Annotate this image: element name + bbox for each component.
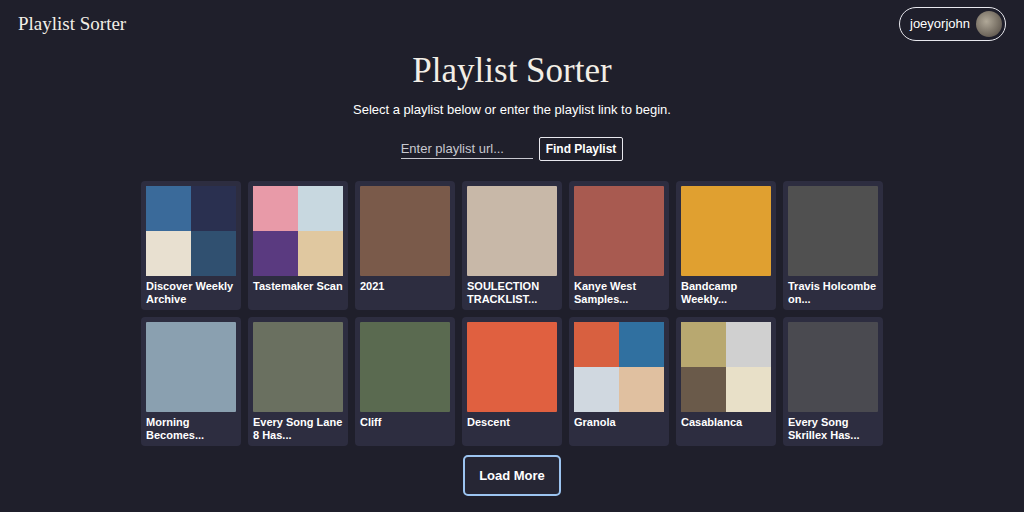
playlist-card[interactable]: Travis Holcombe on... <box>783 181 883 310</box>
playlist-cover <box>467 322 557 412</box>
playlist-card[interactable]: Casablanca <box>676 317 776 446</box>
brand-logo[interactable]: Playlist Sorter <box>18 13 126 35</box>
cover-tile <box>681 367 726 412</box>
playlist-cover <box>146 322 236 412</box>
playlist-card[interactable]: Descent <box>462 317 562 446</box>
playlist-cover <box>788 322 878 412</box>
playlist-card[interactable]: Every Song Lane 8 Has... <box>248 317 348 446</box>
playlist-title: Kanye West Samples... <box>574 280 664 306</box>
cover-tile <box>726 367 771 412</box>
playlist-card[interactable]: Bandcamp Weekly... <box>676 181 776 310</box>
cover-tile <box>681 322 726 367</box>
user-name: joeyorjohn <box>910 16 970 31</box>
cover-tile <box>253 231 298 276</box>
playlist-card[interactable]: Granola <box>569 317 669 446</box>
cover-tile <box>253 186 298 231</box>
cover-tile <box>726 322 771 367</box>
search-form: Find Playlist <box>401 137 624 161</box>
playlist-card[interactable]: Morning Becomes... <box>141 317 241 446</box>
find-playlist-button[interactable]: Find Playlist <box>539 137 624 161</box>
playlist-card[interactable]: Discover Weekly Archive <box>141 181 241 310</box>
playlist-title: Travis Holcombe on... <box>788 280 878 306</box>
cover-tile <box>191 186 236 231</box>
playlist-title: Descent <box>467 416 557 429</box>
cover-tile <box>574 322 619 367</box>
playlist-cover <box>681 322 771 412</box>
avatar-icon <box>976 11 1002 37</box>
playlist-cover <box>253 322 343 412</box>
playlist-grid: Discover Weekly Archive Tastemaker Scan 20… <box>0 181 1024 446</box>
playlist-title: Granola <box>574 416 664 429</box>
subtitle: Select a playlist below or enter the pla… <box>353 102 671 117</box>
user-menu[interactable]: joeyorjohn <box>899 7 1006 41</box>
playlist-card[interactable]: 2021 <box>355 181 455 310</box>
load-more-button[interactable]: Load More <box>463 455 561 496</box>
cover-tile <box>619 322 664 367</box>
playlist-title: 2021 <box>360 280 450 293</box>
cover-tile <box>146 186 191 231</box>
cover-tile <box>298 186 343 231</box>
playlist-title: Casablanca <box>681 416 771 429</box>
playlist-title: Bandcamp Weekly... <box>681 280 771 306</box>
playlist-cover <box>574 322 664 412</box>
top-bar: Playlist Sorter joeyorjohn <box>0 0 1024 40</box>
playlist-cover <box>467 186 557 276</box>
playlist-card[interactable]: SOULECTION TRACKLIST... <box>462 181 562 310</box>
playlist-cover <box>681 186 771 276</box>
playlist-cover <box>253 186 343 276</box>
playlist-title: Cliff <box>360 416 450 429</box>
playlist-title: Tastemaker Scan <box>253 280 343 293</box>
playlist-cover <box>360 322 450 412</box>
playlist-cover <box>360 186 450 276</box>
playlist-title: Every Song Skrillex Has... <box>788 416 878 442</box>
playlist-cover <box>574 186 664 276</box>
playlist-card[interactable]: Kanye West Samples... <box>569 181 669 310</box>
cover-tile <box>146 231 191 276</box>
playlist-url-input[interactable] <box>401 139 533 159</box>
playlist-card[interactable]: Cliff <box>355 317 455 446</box>
page: Playlist SorterjoeyorjohnPlaylist Sorter… <box>0 0 1024 512</box>
playlist-card[interactable]: Tastemaker Scan <box>248 181 348 310</box>
playlist-cover <box>788 186 878 276</box>
cover-tile <box>574 367 619 412</box>
cover-tile <box>191 231 236 276</box>
load-more-row: Load More <box>0 455 1024 496</box>
page-title: Playlist Sorter <box>412 50 611 92</box>
playlist-title: Morning Becomes... <box>146 416 236 442</box>
playlist-title: Every Song Lane 8 Has... <box>253 416 343 442</box>
playlist-card[interactable]: Every Song Skrillex Has... <box>783 317 883 446</box>
playlist-title: SOULECTION TRACKLIST... <box>467 280 557 306</box>
hero: Playlist Sorter Select a playlist below o… <box>0 40 1024 161</box>
playlist-cover <box>146 186 236 276</box>
cover-tile <box>298 231 343 276</box>
cover-tile <box>619 367 664 412</box>
playlist-title: Discover Weekly Archive <box>146 280 236 306</box>
